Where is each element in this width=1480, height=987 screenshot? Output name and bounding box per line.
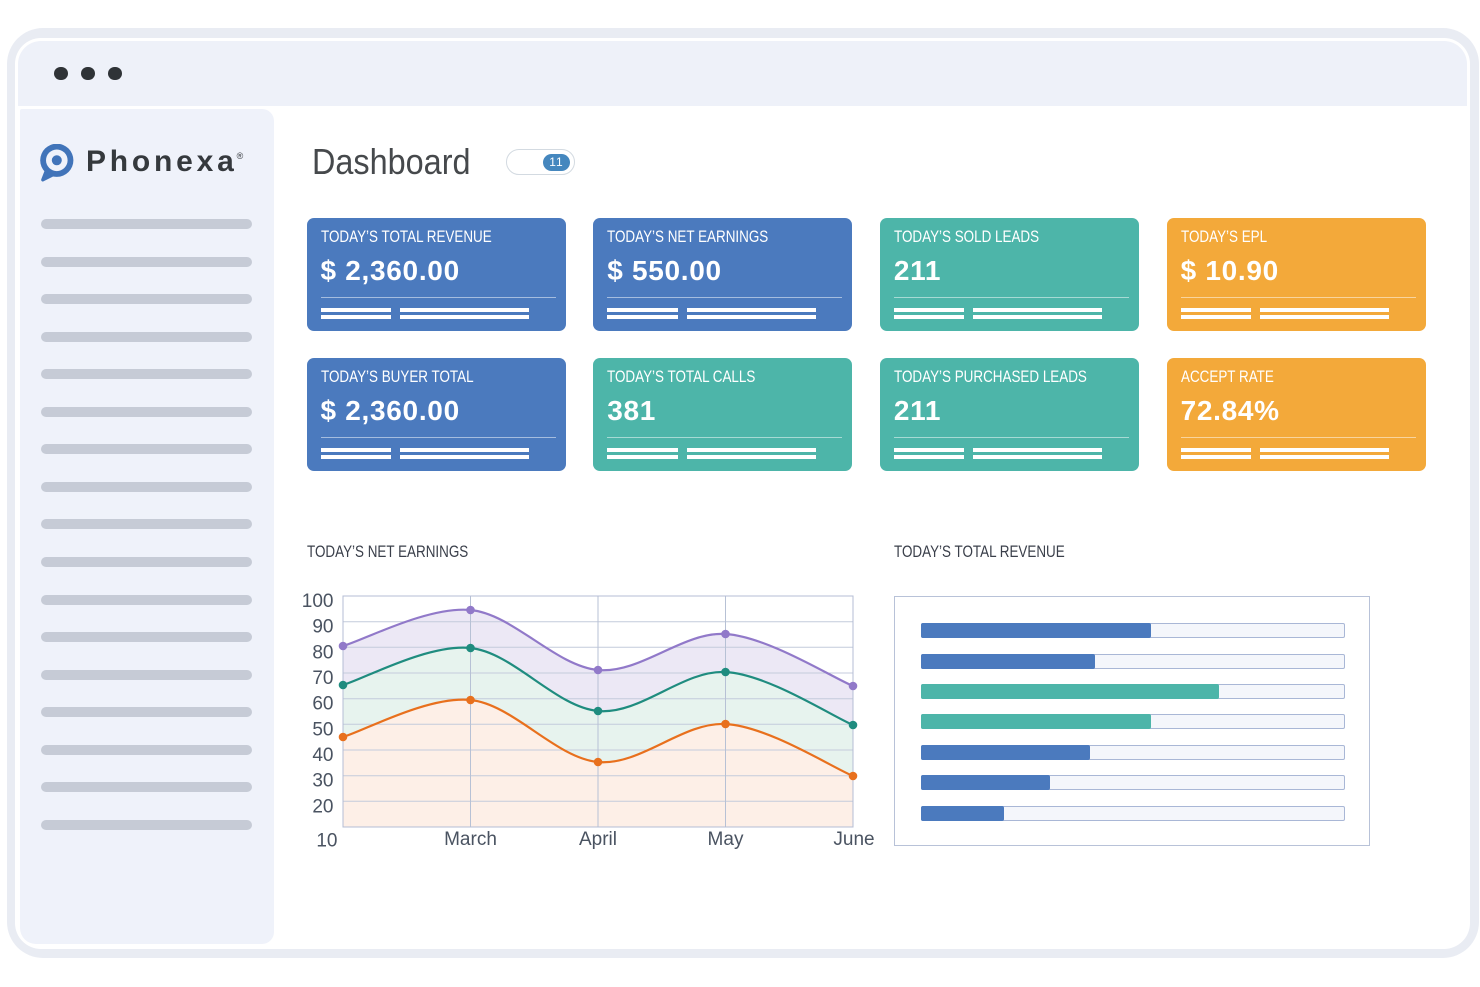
svg-text:40: 40: [312, 745, 333, 766]
svg-text:70: 70: [312, 668, 333, 689]
svg-text:May: May: [708, 829, 744, 850]
svg-text:June: June: [833, 829, 874, 850]
svg-text:80: 80: [312, 642, 333, 663]
svg-text:90: 90: [312, 617, 333, 638]
svg-text:20: 20: [312, 796, 333, 817]
svg-text:60: 60: [312, 694, 333, 715]
svg-text:10: 10: [316, 831, 337, 852]
svg-text:April: April: [579, 829, 617, 850]
svg-text:100: 100: [302, 591, 334, 612]
svg-text:30: 30: [312, 771, 333, 792]
svg-text:March: March: [444, 829, 497, 850]
svg-text:50: 50: [312, 719, 333, 740]
